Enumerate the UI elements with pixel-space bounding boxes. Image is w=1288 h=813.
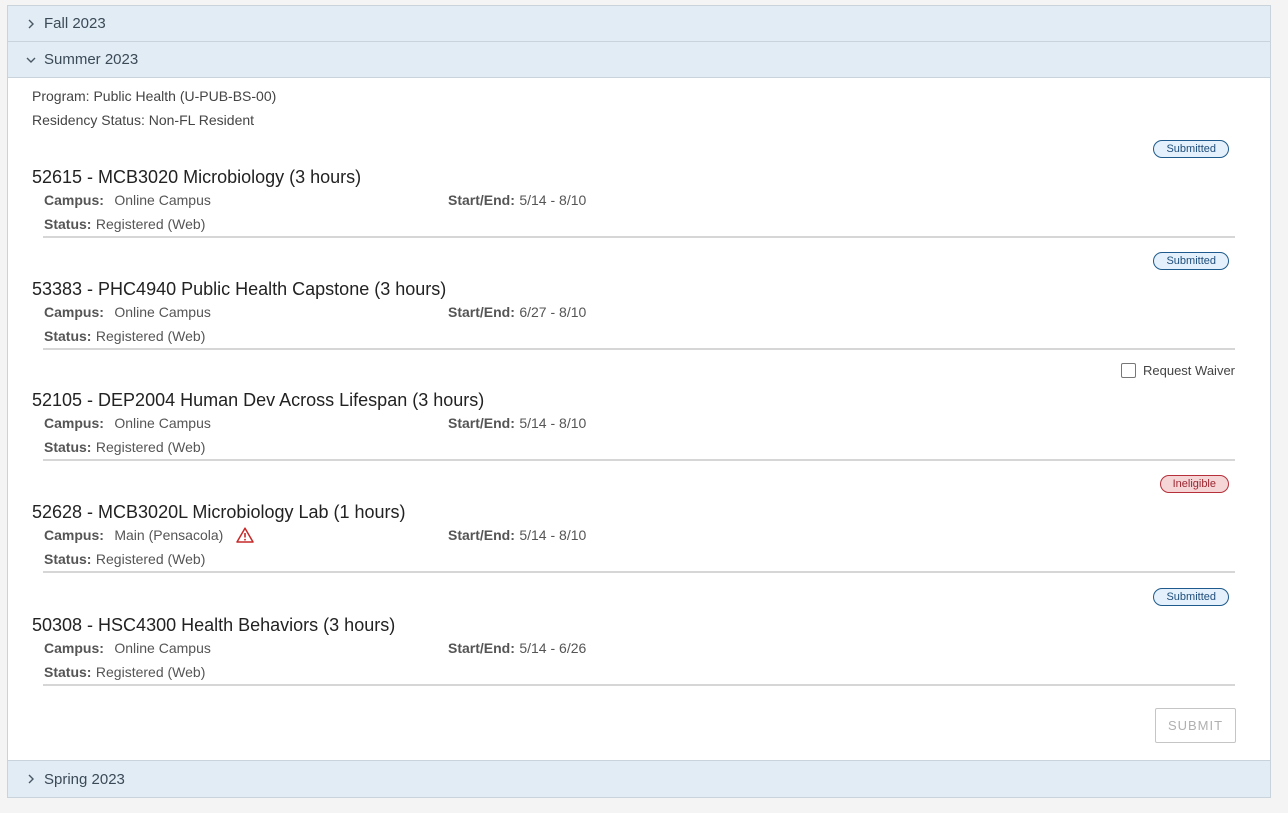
campus-label: Campus: — [44, 192, 104, 208]
term-header-summer-2023[interactable]: Summer 2023 — [8, 42, 1270, 78]
campus-value: Online Campus — [114, 192, 211, 208]
course-item: Request Waiver 52105 - DEP2004 Human Dev… — [8, 363, 1270, 483]
term-header-fall-2023[interactable]: Fall 2023 — [8, 6, 1270, 42]
campus-label: Campus: — [44, 304, 104, 320]
status-badge-ineligible: Ineligible — [1159, 475, 1229, 493]
divider — [43, 236, 1235, 238]
course-item: Submitted 53383 - PHC4940 Public Health … — [8, 252, 1270, 372]
campus-value: Online Campus — [114, 640, 211, 656]
campus-value: Online Campus — [114, 415, 211, 431]
start-end-value: 6/27 - 8/10 — [519, 304, 587, 320]
divider — [43, 348, 1235, 350]
term-header-spring-2023[interactable]: Spring 2023 — [8, 760, 1270, 797]
start-end-value: 5/14 - 6/26 — [519, 640, 587, 656]
status-value: Registered (Web) — [95, 664, 206, 680]
start-end-label: Start/End: — [448, 527, 515, 543]
course-title: 50308 - HSC4300 Health Behaviors (3 hour… — [32, 615, 396, 635]
status-label: Status: — [44, 551, 92, 567]
status-badge-submitted: Submitted — [1153, 140, 1229, 158]
checkbox-icon[interactable] — [1121, 363, 1136, 378]
start-end-value: 5/14 - 8/10 — [519, 527, 587, 543]
start-end-value: 5/14 - 8/10 — [519, 415, 587, 431]
course-item: Submitted 52615 - MCB3020 Microbiology (… — [8, 140, 1270, 260]
status-label: Status: — [44, 664, 92, 680]
start-end-value: 5/14 - 8/10 — [519, 192, 587, 208]
course-item: Submitted 50308 - HSC4300 Health Behavio… — [8, 588, 1270, 708]
start-end-label: Start/End: — [448, 640, 515, 656]
status-badge-submitted: Submitted — [1153, 252, 1229, 270]
start-end-label: Start/End: — [448, 304, 515, 320]
campus-label: Campus: — [44, 415, 104, 431]
status-value: Registered (Web) — [95, 439, 206, 455]
status-value: Registered (Web) — [95, 216, 206, 232]
divider — [43, 684, 1235, 686]
term-label: Summer 2023 — [44, 51, 139, 68]
divider — [43, 459, 1235, 461]
chevron-down-icon — [22, 55, 40, 65]
status-value: Registered (Web) — [95, 328, 206, 344]
campus-value: Main (Pensacola) — [114, 527, 224, 543]
request-waiver-checkbox[interactable]: Request Waiver — [1121, 363, 1235, 378]
warning-triangle-icon[interactable] — [236, 527, 254, 548]
term-label: Spring 2023 — [44, 770, 125, 788]
course-item: Ineligible 52628 - MCB3020L Microbiology… — [8, 475, 1270, 595]
course-title: 52615 - MCB3020 Microbiology (3 hours) — [32, 167, 362, 187]
status-label: Status: — [44, 439, 92, 455]
program-text: Program: Public Health (U-PUB-BS-00) — [32, 88, 277, 104]
submit-button[interactable]: SUBMIT — [1155, 708, 1236, 743]
campus-label: Campus: — [44, 527, 104, 543]
start-end-label: Start/End: — [448, 415, 515, 431]
summer-2023-panel: Program: Public Health (U-PUB-BS-00) Res… — [8, 78, 1270, 760]
campus-value: Online Campus — [114, 304, 211, 320]
status-label: Status: — [44, 328, 92, 344]
course-title: 52105 - DEP2004 Human Dev Across Lifespa… — [32, 390, 485, 410]
status-label: Status: — [44, 216, 92, 232]
campus-label: Campus: — [44, 640, 104, 656]
chevron-right-icon — [22, 19, 40, 29]
status-badge-submitted: Submitted — [1153, 588, 1229, 606]
divider — [43, 571, 1235, 573]
chevron-right-icon — [22, 774, 40, 784]
residency-status-text: Residency Status: Non-FL Resident — [32, 112, 255, 128]
start-end-label: Start/End: — [448, 192, 515, 208]
course-title: 53383 - PHC4940 Public Health Capstone (… — [32, 279, 447, 299]
status-value: Registered (Web) — [95, 551, 206, 567]
request-waiver-label: Request Waiver — [1143, 363, 1235, 378]
term-accordion: Fall 2023 Summer 2023 Program: Public He… — [7, 5, 1271, 798]
course-title: 52628 - MCB3020L Microbiology Lab (1 hou… — [32, 502, 406, 522]
term-label: Fall 2023 — [44, 15, 106, 32]
